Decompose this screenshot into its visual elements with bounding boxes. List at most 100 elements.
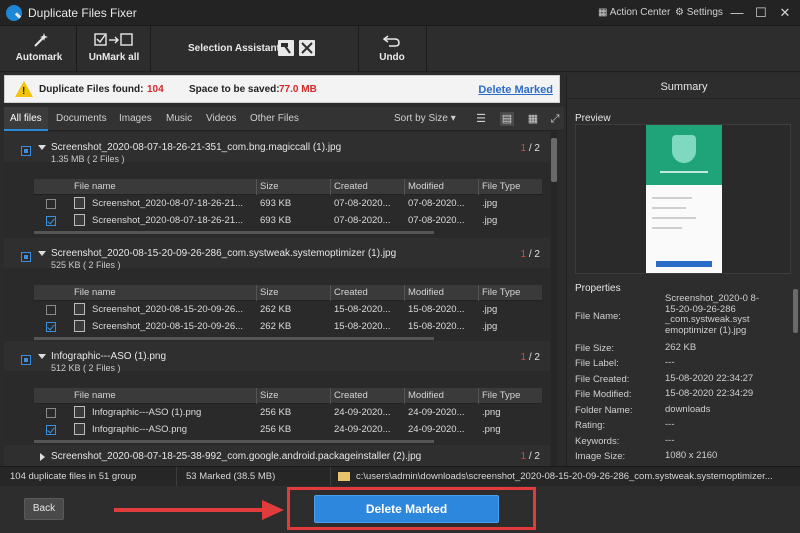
prop-file-created: 15-08-2020 22:34:27: [665, 373, 754, 384]
col-size[interactable]: Size: [260, 390, 278, 401]
tab-other-files[interactable]: Other Files: [244, 107, 305, 131]
selection-tool-button[interactable]: [278, 40, 294, 56]
properties-scrollbar[interactable]: [793, 289, 798, 333]
collapse-caret-icon[interactable]: [38, 145, 46, 150]
delete-marked-link[interactable]: Delete Marked: [478, 84, 553, 96]
maximize-button[interactable]: ☐: [750, 4, 772, 22]
duplicates-found-value: 104: [147, 84, 164, 95]
prop-key: File Label:: [575, 358, 619, 369]
row-checkbox[interactable]: [46, 305, 56, 315]
table-row[interactable]: Infographic---ASO.png 256 KB 24-09-2020.…: [34, 421, 542, 438]
column-header: File name Size Created Modified File Typ…: [34, 285, 542, 301]
prop-key: Image Size:: [575, 451, 626, 462]
duplicates-banner: ! Duplicate Files found: 104 Space to be…: [4, 75, 560, 103]
app-logo-icon: [6, 5, 22, 21]
row-checkbox[interactable]: [46, 322, 56, 332]
group-checkbox[interactable]: [21, 355, 31, 365]
row-checkbox[interactable]: [46, 408, 56, 418]
group-count: 1 / 2: [520, 451, 540, 462]
col-file-type[interactable]: File Type: [482, 287, 520, 298]
unmark-all-button[interactable]: UnMark all: [82, 26, 146, 72]
group-checkbox[interactable]: [21, 146, 31, 156]
image-file-icon: [74, 214, 85, 226]
group-header: Screenshot_2020-08-07-18-25-38-992_com.g…: [4, 445, 550, 466]
grid-view-icon[interactable]: ▦: [526, 112, 540, 126]
horizontal-scrollbar[interactable]: [34, 231, 434, 234]
table-row[interactable]: Screenshot_2020-08-15-20-09-26... 262 KB…: [34, 301, 542, 318]
toolbar-divider: [358, 26, 359, 72]
col-file-type[interactable]: File Type: [482, 181, 520, 192]
summary-panel: Summary Preview Properties File Name: Sc…: [566, 75, 800, 466]
prop-key: Keywords:: [575, 436, 620, 447]
tab-images[interactable]: Images: [113, 107, 158, 131]
col-file-name[interactable]: File name: [74, 287, 116, 298]
tab-all-files[interactable]: All files: [4, 107, 48, 131]
tab-music[interactable]: Music: [160, 107, 198, 131]
unmark-icon: [94, 33, 133, 46]
gear-icon: ⚙: [675, 7, 687, 18]
preview-label: Preview: [575, 113, 611, 124]
prop-key: File Created:: [575, 374, 630, 385]
col-file-name[interactable]: File name: [74, 390, 116, 401]
group-checkbox[interactable]: [21, 252, 31, 262]
col-size[interactable]: Size: [260, 181, 278, 192]
tab-documents[interactable]: Documents: [50, 107, 113, 131]
delete-marked-button[interactable]: Delete Marked: [314, 495, 499, 523]
col-modified[interactable]: Modified: [408, 390, 444, 401]
collapse-caret-icon[interactable]: [38, 251, 46, 256]
action-center-button[interactable]: ▦ Action Center: [598, 7, 670, 18]
col-modified[interactable]: Modified: [408, 181, 444, 192]
summary-title: Summary: [567, 75, 800, 99]
undo-button[interactable]: Undo: [364, 26, 420, 72]
settings-button[interactable]: ⚙ Settings: [675, 7, 723, 18]
col-modified[interactable]: Modified: [408, 287, 444, 298]
col-file-type[interactable]: File Type: [482, 390, 520, 401]
prop-keywords: ---: [665, 435, 675, 446]
list-view-icon[interactable]: ☰: [474, 112, 488, 126]
col-file-name[interactable]: File name: [74, 181, 116, 192]
col-created[interactable]: Created: [334, 287, 368, 298]
prop-file-label: ---: [665, 357, 675, 368]
collapse-caret-icon[interactable]: [38, 354, 46, 359]
col-created[interactable]: Created: [334, 181, 368, 192]
prop-image-size: 1080 x 2160: [665, 450, 718, 461]
table-row[interactable]: Infographic---ASO (1).png 256 KB 24-09-2…: [34, 404, 542, 421]
status-group-count: 104 duplicate files in 51 group: [10, 471, 137, 482]
group-size: 525 KB ( 2 Files ): [51, 260, 121, 270]
back-button[interactable]: Back: [24, 498, 64, 520]
close-button[interactable]: ✕: [774, 4, 796, 22]
prop-file-name: Screenshot_2020-0 8-15-20-09-26-286 _com…: [665, 293, 760, 336]
table-row[interactable]: Screenshot_2020-08-07-18-26-21... 693 KB…: [34, 212, 542, 229]
table-row[interactable]: Screenshot_2020-08-07-18-26-21... 693 KB…: [34, 195, 542, 212]
filter-tabs: All files Documents Images Music Videos …: [4, 107, 564, 131]
window-title: Duplicate Files Fixer: [28, 6, 137, 20]
image-file-icon: [74, 303, 85, 315]
horizontal-scrollbar[interactable]: [34, 440, 434, 443]
expand-caret-icon[interactable]: [40, 453, 45, 461]
selection-assistant-label: Selection Assistant: [188, 43, 280, 54]
list-scrollbar[interactable]: [551, 132, 557, 466]
row-checkbox[interactable]: [46, 425, 56, 435]
col-size[interactable]: Size: [260, 287, 278, 298]
magic-wand-icon: [34, 33, 48, 47]
row-checkbox[interactable]: [46, 216, 56, 226]
automark-button[interactable]: Automark: [6, 26, 72, 72]
duplicates-found-label: Duplicate Files found:: [39, 84, 144, 95]
expand-icon[interactable]: ⤢: [548, 112, 562, 126]
detail-view-icon[interactable]: ▤: [500, 112, 514, 126]
duplicate-group: Infographic---ASO (1).png 1 / 2 512 KB (…: [4, 341, 550, 444]
table-row[interactable]: Screenshot_2020-08-15-20-09-26... 262 KB…: [34, 318, 542, 335]
tab-videos[interactable]: Videos: [200, 107, 242, 131]
horizontal-scrollbar[interactable]: [34, 337, 434, 340]
toolbar: Automark UnMark all Selection Assistant: [0, 26, 800, 72]
sort-dropdown[interactable]: Sort by Size ▾: [394, 107, 456, 131]
prop-folder-name: downloads: [665, 404, 711, 415]
scrollbar-thumb[interactable]: [551, 138, 557, 182]
col-created[interactable]: Created: [334, 390, 368, 401]
prop-file-size: 262 KB: [665, 342, 697, 353]
title-bar: Duplicate Files Fixer ▦ Action Center ⚙ …: [0, 0, 800, 26]
group-count: 1 / 2: [520, 352, 540, 363]
minimize-button[interactable]: —: [726, 4, 748, 22]
row-checkbox[interactable]: [46, 199, 56, 209]
selection-tools-button[interactable]: [299, 40, 315, 56]
